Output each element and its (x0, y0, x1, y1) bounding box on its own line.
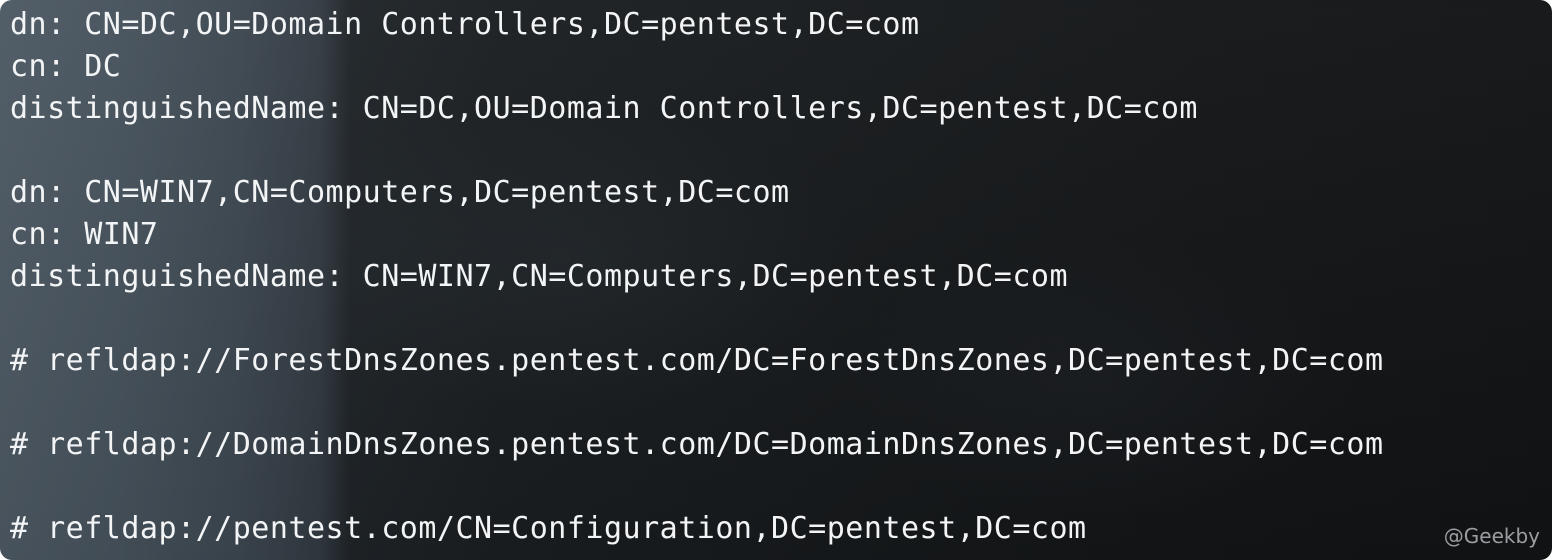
terminal-line: dn: CN=WIN7,CN=Computers,DC=pentest,DC=c… (10, 175, 790, 210)
terminal-line: cn: WIN7 (10, 217, 159, 252)
terminal-line: cn: DC (10, 49, 122, 84)
terminal-line: # refldap://DomainDnsZones.pentest.com/D… (10, 427, 1384, 462)
terminal-line: # refldap://ForestDnsZones.pentest.com/D… (10, 343, 1384, 378)
terminal-line: # refldap://pentest.com/CN=Configuration… (10, 511, 1087, 546)
terminal-line: distinguishedName: CN=WIN7,CN=Computers,… (10, 259, 1069, 294)
terminal-window[interactable]: dn: CN=DC,OU=Domain Controllers,DC=pente… (0, 0, 1552, 560)
terminal-line: distinguishedName: CN=DC,OU=Domain Contr… (10, 91, 1198, 126)
terminal-output: dn: CN=DC,OU=Domain Controllers,DC=pente… (10, 4, 1384, 550)
watermark: @Geekby (1443, 524, 1540, 548)
terminal-line: dn: CN=DC,OU=Domain Controllers,DC=pente… (10, 7, 920, 42)
